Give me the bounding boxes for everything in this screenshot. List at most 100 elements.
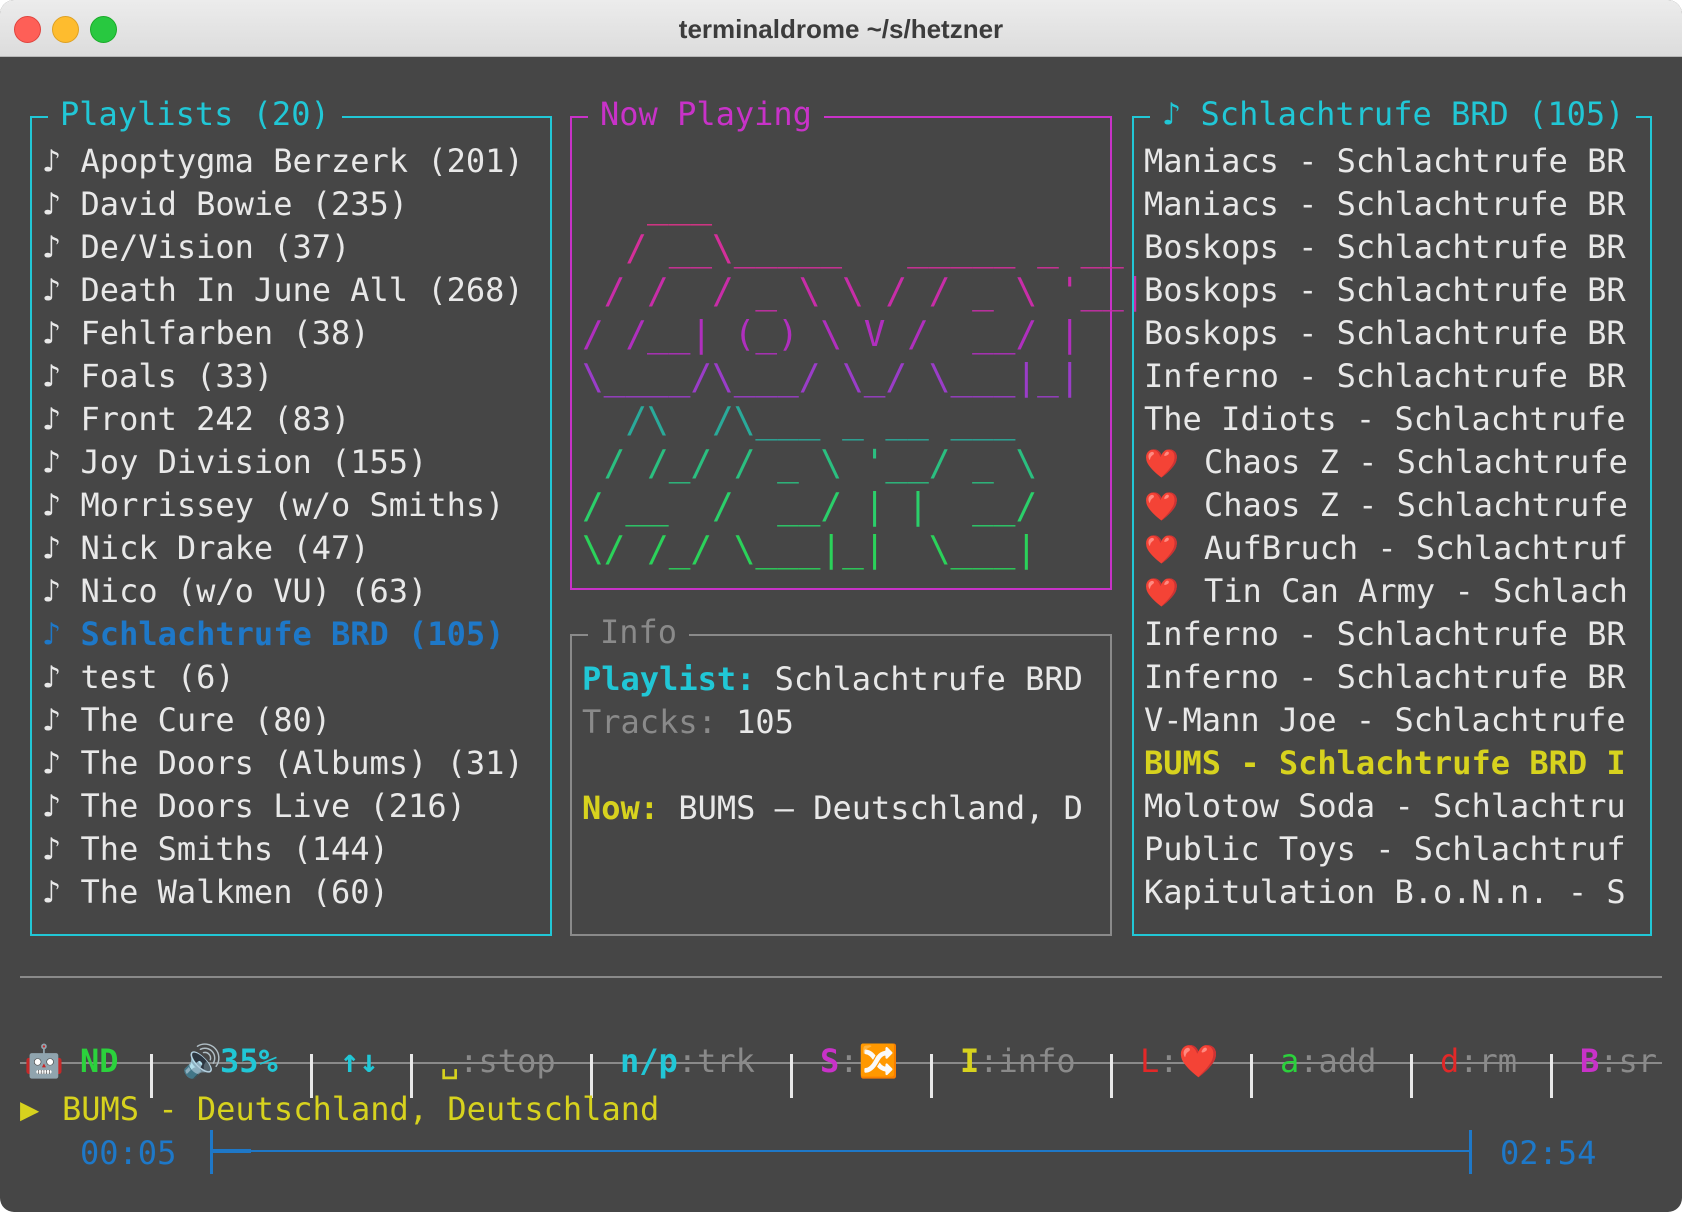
track-label: Molotow Soda - Schlachtru bbox=[1144, 787, 1626, 825]
playlist-item[interactable]: ♪ The Doors Live (216) bbox=[42, 785, 466, 828]
divider bbox=[790, 1054, 793, 1098]
track-label: Maniacs - Schlachtrufe BR bbox=[1144, 185, 1626, 223]
shuffle-shortcut[interactable]: S:🔀 bbox=[820, 1036, 898, 1086]
playlist-item[interactable]: ♪ David Bowie (235) bbox=[42, 183, 408, 226]
remove-shortcut[interactable]: d:rm bbox=[1440, 1036, 1517, 1086]
playlist-item[interactable]: ♪ Nick Drake (47) bbox=[42, 527, 370, 570]
track-item[interactable]: V-Mann Joe - Schlachtrufe bbox=[1144, 699, 1626, 742]
track-item[interactable]: ❤️ Tin Can Army - Schlach bbox=[1144, 570, 1628, 613]
playlist-item[interactable]: ♪ Nico (w/o VU) (63) bbox=[42, 570, 427, 613]
track-key: n/p bbox=[620, 1042, 678, 1080]
terminal-content: Playlists (20) ♪ Apoptygma Berzerk (201)… bbox=[0, 56, 1682, 1212]
info-tracks-label: Tracks: bbox=[582, 703, 717, 741]
robot-icon: 🤖 bbox=[24, 1042, 64, 1080]
love-key: L bbox=[1140, 1042, 1160, 1080]
playlist-item[interactable]: ♪ Front 242 (83) bbox=[42, 398, 350, 441]
progress-fill bbox=[213, 1149, 251, 1153]
track-item[interactable]: Public Toys - Schlachtruf bbox=[1144, 828, 1626, 871]
track-label: Boskops - Schlachtrufe BR bbox=[1144, 228, 1626, 266]
progress-end-tick bbox=[1469, 1130, 1472, 1174]
info-title: Info bbox=[588, 612, 690, 652]
track-label: Inferno - Schlachtrufe BR bbox=[1144, 357, 1626, 395]
logo-line: \/ /_/ \___|_| \___| bbox=[582, 529, 1038, 570]
info-playlist-label: Playlist: bbox=[582, 660, 756, 698]
track-label: AufBruch - Schlachtruf bbox=[1204, 529, 1628, 567]
track-label: Maniacs - Schlachtrufe BR bbox=[1144, 142, 1626, 180]
colon: : bbox=[839, 1042, 859, 1080]
info-key: I bbox=[960, 1042, 980, 1080]
track-item[interactable]: Maniacs - Schlachtrufe BR bbox=[1144, 140, 1626, 183]
track-label: Kapitulation B.o.N.n. - S bbox=[1144, 873, 1626, 911]
track-item[interactable]: ❤️ Chaos Z - Schlachtrufe bbox=[1144, 484, 1628, 527]
playlist-item[interactable]: ♪ Apoptygma Berzerk (201) bbox=[42, 140, 524, 183]
track-item[interactable]: Kapitulation B.o.N.n. - S bbox=[1144, 871, 1626, 914]
divider bbox=[1110, 1054, 1113, 1098]
playlist-item[interactable]: ♪ The Cure (80) bbox=[42, 699, 331, 742]
playlist-item[interactable]: ♪ Morrissey (w/o Smiths) bbox=[42, 484, 504, 527]
track-item[interactable]: Boskops - Schlachtrufe BR bbox=[1144, 226, 1626, 269]
playlist-item[interactable]: ♪ Death In June All (268) bbox=[42, 269, 524, 312]
add-label: :add bbox=[1299, 1042, 1377, 1080]
track-shortcut[interactable]: n/p:trk bbox=[620, 1036, 755, 1086]
info-label: :info bbox=[979, 1042, 1076, 1080]
track-label: Chaos Z - Schlachtrufe bbox=[1204, 443, 1628, 481]
track-label: V-Mann Joe - Schlachtrufe bbox=[1144, 701, 1626, 739]
track-item[interactable]: Inferno - Schlachtrufe BR bbox=[1144, 656, 1626, 699]
divider bbox=[1250, 1054, 1253, 1098]
shuffle-icon: 🔀 bbox=[858, 1042, 899, 1080]
track-item[interactable]: Boskops - Schlachtrufe BR bbox=[1144, 312, 1626, 355]
total-time: 02:54 bbox=[1500, 1134, 1597, 1172]
play-icon[interactable]: ▶ bbox=[20, 1084, 39, 1134]
divider bbox=[1410, 1054, 1413, 1098]
track-item[interactable]: Molotow Soda - Schlachtru bbox=[1144, 785, 1626, 828]
track-item[interactable]: Inferno - Schlachtrufe BR bbox=[1144, 355, 1626, 398]
search-shortcut[interactable]: B:sr bbox=[1580, 1036, 1657, 1086]
search-label: :sr bbox=[1599, 1042, 1658, 1080]
info-now-row: Now: BUMS – Deutschland, D bbox=[582, 787, 1083, 830]
logo-line: / __ / __/ | | __/ bbox=[582, 486, 1038, 527]
info-playlist-row: Playlist: Schlachtrufe BRD bbox=[582, 658, 1083, 701]
playlist-item[interactable]: ♪ The Doors (Albums) (31) bbox=[42, 742, 524, 785]
heart-icon: ❤️ bbox=[1178, 1042, 1219, 1080]
now-playing-title: Now Playing bbox=[588, 94, 824, 134]
love-shortcut[interactable]: L:❤️ bbox=[1140, 1036, 1218, 1086]
track-item[interactable]: The Idiots - Schlachtrufe bbox=[1144, 398, 1626, 441]
playlist-item[interactable]: ♪ The Walkmen (60) bbox=[42, 871, 389, 914]
track-item[interactable]: ❤️ Chaos Z - Schlachtrufe bbox=[1144, 441, 1628, 484]
track-item[interactable]: Boskops - Schlachtrufe BR bbox=[1144, 269, 1626, 312]
track-item[interactable]: Inferno - Schlachtrufe BR bbox=[1144, 613, 1626, 656]
playlist-item[interactable]: ♪ Joy Division (155) bbox=[42, 441, 427, 484]
window-title: terminaldrome ~/s/hetzner bbox=[678, 14, 1004, 44]
info-now-value: BUMS – Deutschland, D bbox=[678, 789, 1083, 827]
now-playing-panel: Now Playing ___ / __\_____ _____ _ __ / … bbox=[570, 94, 1146, 590]
arrows-icon[interactable]: ↑↓ bbox=[340, 1036, 379, 1086]
playlist-item[interactable]: ♪ Fehlfarben (38) bbox=[42, 312, 370, 355]
stop-shortcut[interactable]: ␣:stop bbox=[440, 1036, 556, 1086]
track-item[interactable]: ❤️ AufBruch - Schlachtruf bbox=[1144, 527, 1628, 570]
stop-label: :stop bbox=[459, 1042, 556, 1080]
info-playlist-value: Schlachtrufe BRD bbox=[774, 660, 1083, 698]
progress-bar[interactable] bbox=[210, 1130, 1472, 1174]
heart-icon: ❤️ bbox=[1144, 533, 1179, 566]
remove-key: d bbox=[1440, 1042, 1460, 1080]
logo-line: / __\_____ _____ _ __ bbox=[582, 228, 1124, 269]
playlist-item[interactable]: ♪ test (6) bbox=[42, 656, 235, 699]
playlist-item[interactable]: ♪ De/Vision (37) bbox=[42, 226, 350, 269]
logo-line: / /__| (_) \ V / __/ | bbox=[582, 314, 1081, 355]
track-label: Public Toys - Schlachtruf bbox=[1144, 830, 1626, 868]
logo-line: \____/\___/ \_/ \___|_| bbox=[582, 357, 1081, 398]
playlist-item[interactable]: ♪ The Smiths (144) bbox=[42, 828, 389, 871]
volume-level[interactable]: 35% bbox=[220, 1036, 278, 1086]
add-shortcut[interactable]: a:add bbox=[1280, 1036, 1376, 1086]
playlist-item[interactable]: ♪ Schlachtrufe BRD (105) bbox=[42, 613, 504, 656]
track-item[interactable]: BUMS - Schlachtrufe BRD I bbox=[1144, 742, 1626, 785]
heart-icon: ❤️ bbox=[1144, 447, 1179, 480]
info-shortcut[interactable]: I:info bbox=[960, 1036, 1076, 1086]
info-tracks-row: Tracks: 105 bbox=[582, 701, 794, 744]
divider bbox=[930, 1054, 933, 1098]
playlist-item[interactable]: ♪ Foals (33) bbox=[42, 355, 273, 398]
track-label: BUMS - Schlachtrufe BRD I bbox=[1144, 744, 1626, 782]
track-label: Boskops - Schlachtrufe BR bbox=[1144, 314, 1626, 352]
track-item[interactable]: Maniacs - Schlachtrufe BR bbox=[1144, 183, 1626, 226]
logo-line: ___ bbox=[582, 185, 713, 226]
